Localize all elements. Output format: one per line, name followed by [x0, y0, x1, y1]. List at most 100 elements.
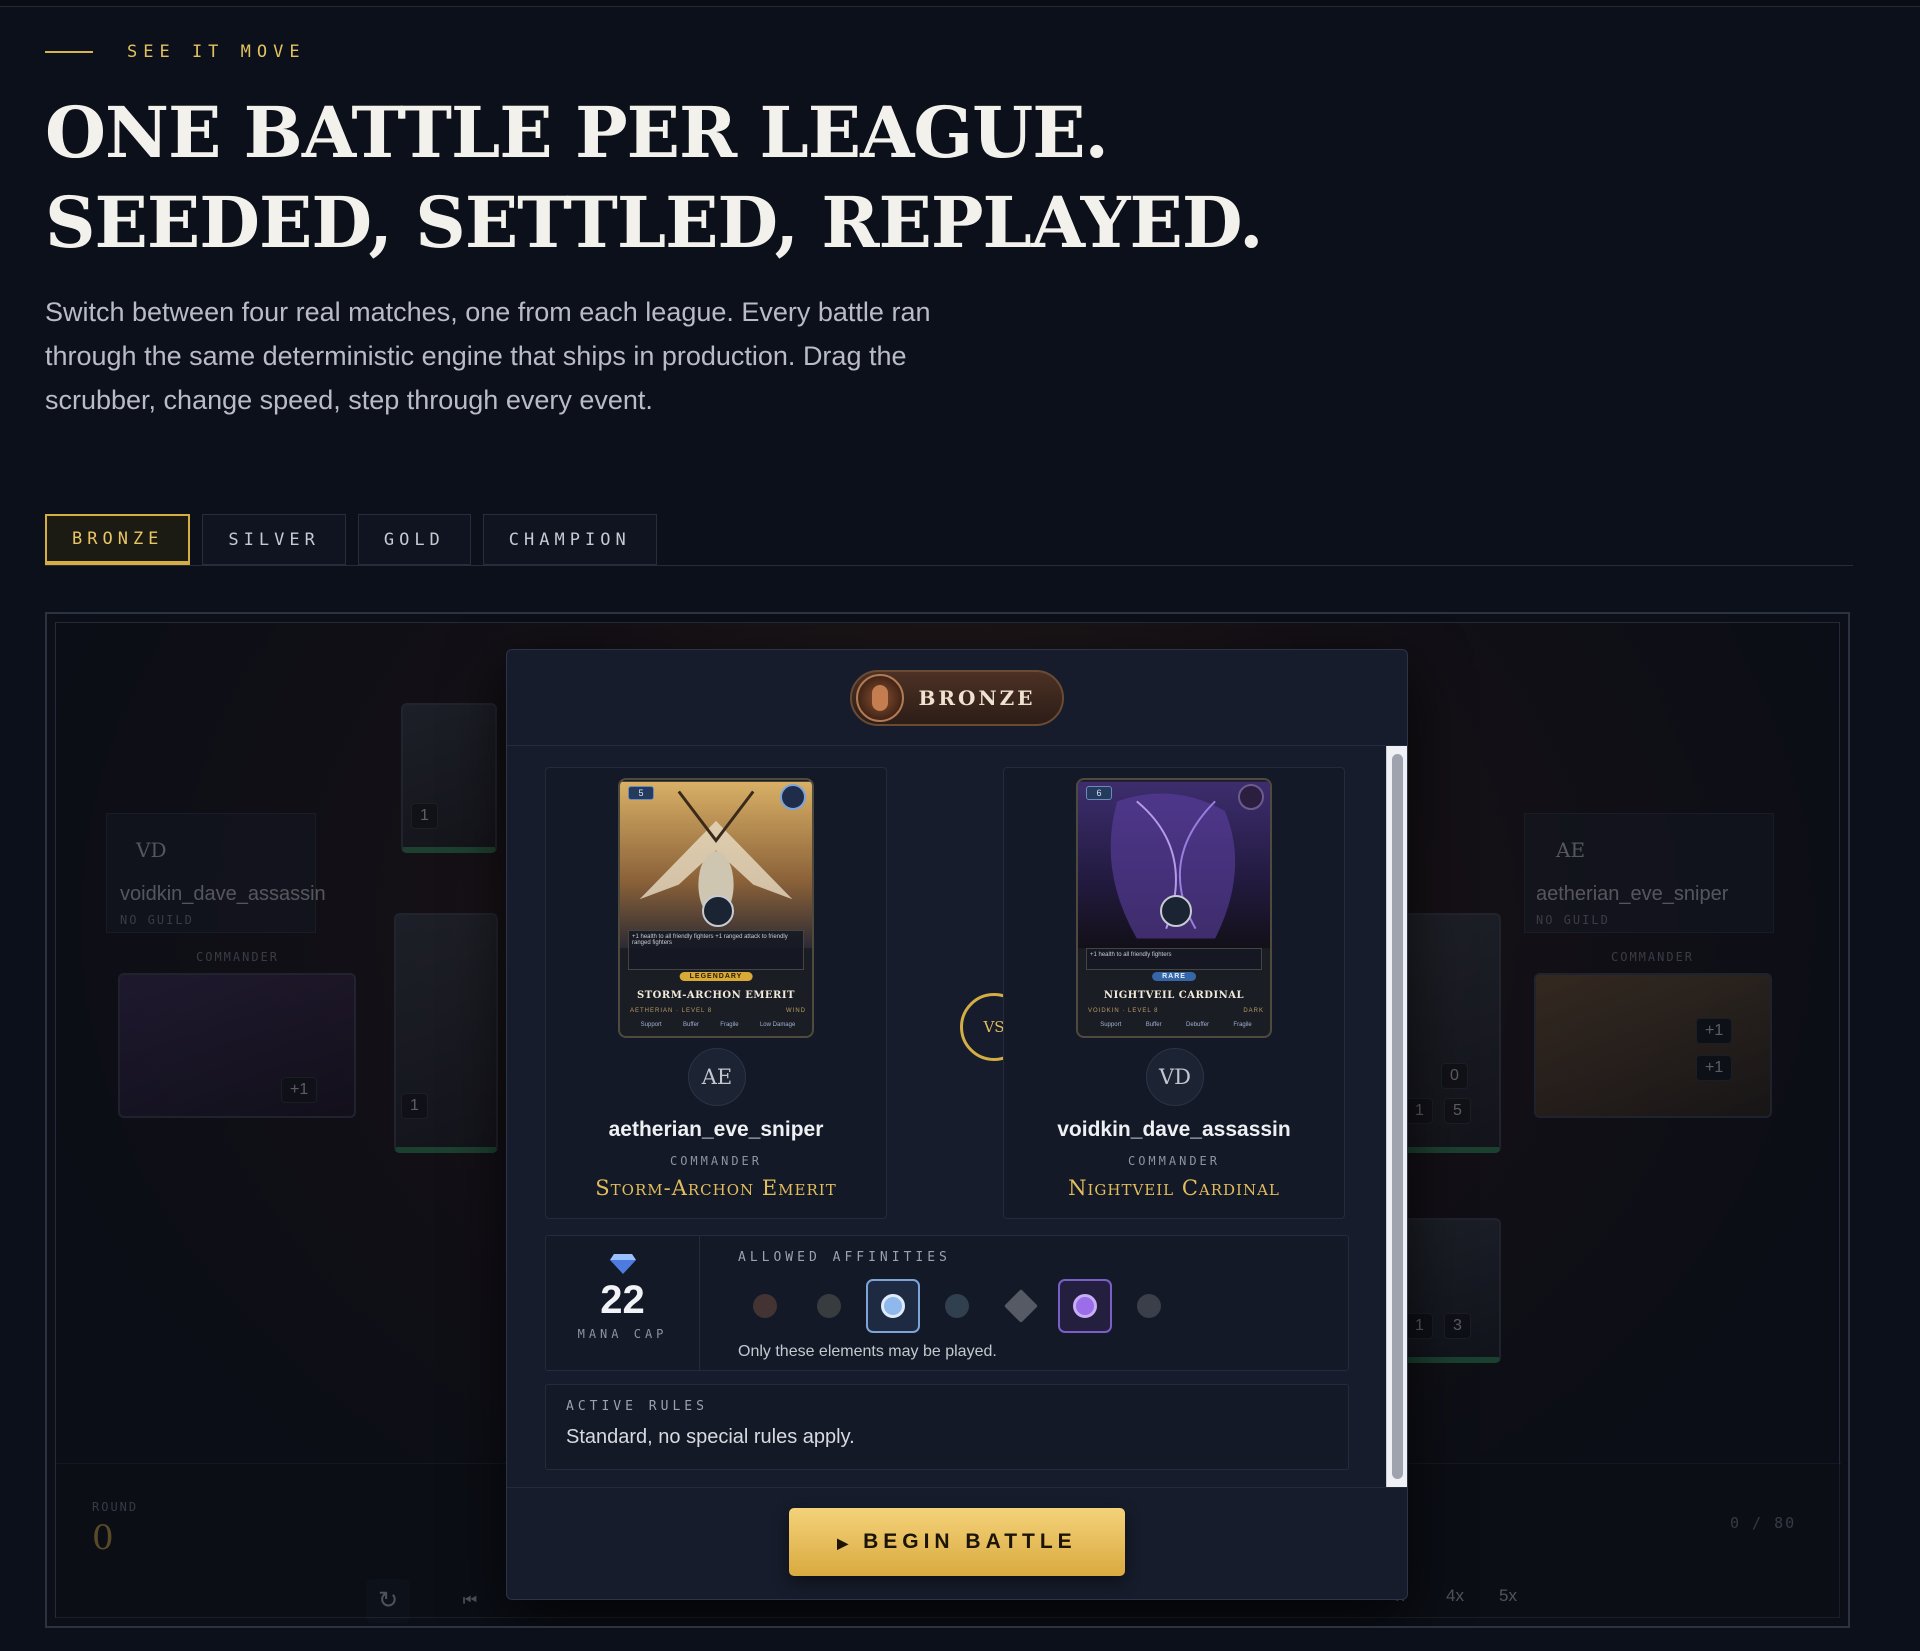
league-badge-label: BRONZE — [918, 685, 1036, 710]
player-two-role: COMMANDER — [1127, 1154, 1221, 1168]
active-rules-text: Standard, no special rules apply. — [566, 1426, 855, 1448]
page-description: Switch between four real matches, one fr… — [45, 297, 931, 415]
card-meta-right: WIND — [786, 1008, 806, 1014]
speed-option-4x[interactable]: 4x — [1446, 1586, 1464, 1606]
mana-gem-icon — [609, 1254, 636, 1274]
player-two-name: voidkin_dave_assassin — [1057, 1118, 1291, 1141]
right-fighter-stat-2: 1 — [1406, 1098, 1433, 1124]
affinity-icon-list — [738, 1279, 1176, 1333]
dark-element-icon — [1238, 784, 1264, 810]
restart-button[interactable]: ↻ — [366, 1579, 410, 1623]
mana-cap-value: 22 — [600, 1278, 645, 1322]
tab-bronze[interactable]: BRONZE — [45, 514, 191, 565]
fire-affinity-icon[interactable] — [738, 1279, 792, 1333]
card-ability-text: +1 health to all friendly fighters — [1086, 948, 1262, 970]
card-rarity-badge: RARE — [1152, 972, 1196, 981]
right-fighter-stat-5: 3 — [1444, 1313, 1471, 1339]
active-rules-title: ACTIVE RULES — [566, 1399, 708, 1414]
card-tags: Support Buffer Fragile Low Damage — [630, 1022, 806, 1028]
match-preview-modal: BRONZE 5 +1 health to all friendly fight… — [506, 649, 1408, 1600]
left-player-initials: VD — [136, 838, 167, 862]
tab-silver[interactable]: SILVER — [202, 514, 346, 565]
right-player-guild: NO GUILD — [1536, 913, 1610, 927]
card-ability-text: +1 health to all friendly fighters +1 ra… — [628, 930, 804, 970]
affinities-title: ALLOWED AFFINITIES — [738, 1250, 951, 1265]
speed-option-5x[interactable]: 5x — [1499, 1586, 1517, 1606]
player-two-panel: 6 +1 health to all friendly fighters RAR… — [1003, 767, 1345, 1219]
card-tag: Fragile — [1233, 1022, 1252, 1028]
mana-cap-label: MANA CAP — [577, 1327, 668, 1341]
wind-affinity-icon[interactable] — [866, 1279, 920, 1333]
replay-progress: 0 / 80 — [1730, 1514, 1797, 1532]
skull-emblem-icon — [1160, 895, 1192, 927]
player-one-commander-card[interactable]: 5 +1 health to all friendly fighters +1 … — [618, 778, 814, 1038]
light-affinity-icon[interactable] — [994, 1279, 1048, 1333]
water-affinity-icon[interactable] — [930, 1279, 984, 1333]
left-commander-stat: +1 — [281, 1077, 318, 1103]
card-tag: Buffer — [1145, 1022, 1162, 1028]
earth-affinity-icon[interactable] — [802, 1279, 856, 1333]
title-line-2: SEEDED, SETTLED, REPLAYED. — [45, 181, 1263, 264]
modal-header: BRONZE — [507, 650, 1407, 746]
player-two-avatar: VD — [1146, 1048, 1204, 1106]
card-tag: Support — [1100, 1022, 1122, 1028]
right-commander-card — [1534, 973, 1772, 1118]
eyebrow-rule — [45, 51, 93, 53]
left-commander-label: COMMANDER — [196, 950, 280, 964]
right-fighter-card-2 — [1401, 1218, 1501, 1363]
card-meta: AETHERIAN · LEVEL 8 WIND — [630, 1008, 806, 1014]
right-player-name: aetherian_eve_sniper — [1536, 883, 1729, 905]
scrollbar-thumb[interactable] — [1392, 754, 1403, 1479]
left-player-guild: NO GUILD — [120, 913, 194, 927]
top-divider — [0, 0, 1920, 7]
card-meta: VOIDKIN · LEVEL 8 DARK — [1088, 1008, 1264, 1014]
eyebrow-text: SEE IT MOVE — [127, 42, 306, 62]
play-icon: ▶ — [837, 1535, 854, 1551]
page-title: ONE BATTLE PER LEAGUE. SEEDED, SETTLED, … — [45, 88, 1263, 268]
beast-affinity-icon[interactable] — [1122, 1279, 1176, 1333]
card-name: NIGHTVEIL CARDINAL — [1103, 990, 1245, 1001]
battle-replay-stage: VD voidkin_dave_assassin NO GUILD COMMAN… — [45, 612, 1850, 1628]
left-fighter-card-1 — [401, 703, 497, 853]
card-tags: Support Buffer Debuffer Fragile — [1088, 1022, 1264, 1028]
mana-cap: 22 MANA CAP — [546, 1236, 700, 1370]
left-fighter-stat-2: 1 — [401, 1093, 428, 1119]
card-meta-left: VOIDKIN · LEVEL 8 — [1088, 1008, 1159, 1014]
card-tag: Support — [640, 1022, 662, 1028]
league-tabs: BRONZE SILVER GOLD CHAMPION — [45, 514, 1853, 566]
dark-affinity-icon[interactable] — [1058, 1279, 1112, 1333]
card-mana-badge: 6 — [1086, 786, 1112, 800]
card-tag: Low Damage — [759, 1022, 796, 1028]
league-badge: BRONZE — [850, 669, 1064, 726]
card-tag: Buffer — [683, 1022, 699, 1028]
tab-gold[interactable]: GOLD — [357, 514, 471, 565]
begin-battle-label: BEGIN BATTLE — [863, 1530, 1077, 1553]
begin-battle-button[interactable]: ▶ BEGIN BATTLE — [789, 1508, 1125, 1576]
allowed-affinities: ALLOWED AFFINITIES Only these elements m… — [738, 1250, 1176, 1361]
bronze-medal-icon — [856, 673, 905, 722]
round-label: ROUND — [92, 1500, 139, 1514]
card-tag: Debuffer — [1186, 1022, 1209, 1028]
card-tag: Fragile — [720, 1022, 739, 1028]
battle-rules-panel: 22 MANA CAP ALLOWED AFFINITIES Only thes… — [545, 1235, 1349, 1371]
player-one-role: COMMANDER — [669, 1154, 763, 1168]
step-back-button[interactable]: ⏮ — [448, 1579, 492, 1623]
round-value: 0 — [92, 1518, 114, 1558]
player-one-avatar: AE — [688, 1048, 746, 1106]
player-one-panel: 5 +1 health to all friendly fighters +1 … — [545, 767, 887, 1219]
player-one-name: aetherian_eve_sniper — [608, 1118, 824, 1141]
right-commander-label: COMMANDER — [1611, 950, 1695, 964]
left-commander-card — [118, 973, 356, 1118]
right-player-initials: AE — [1556, 838, 1586, 862]
affinities-note: Only these elements may be played. — [738, 1343, 997, 1360]
player-two-commander-card[interactable]: 6 +1 health to all friendly fighters RAR… — [1076, 778, 1272, 1038]
modal-scrollbar[interactable] — [1386, 746, 1407, 1487]
player-two-commander: Nightveil Cardinal — [1068, 1176, 1280, 1200]
card-rarity-badge: LEGENDARY — [679, 972, 753, 981]
card-mana-badge: 5 — [628, 786, 654, 800]
tab-champion[interactable]: CHAMPION — [482, 514, 657, 565]
modal-footer: ▶ BEGIN BATTLE — [507, 1487, 1407, 1601]
title-line-1: ONE BATTLE PER LEAGUE. — [45, 91, 1109, 174]
card-name: STORM-ARCHON EMERIT — [637, 990, 795, 1001]
left-fighter-stat-1: 1 — [411, 803, 438, 829]
